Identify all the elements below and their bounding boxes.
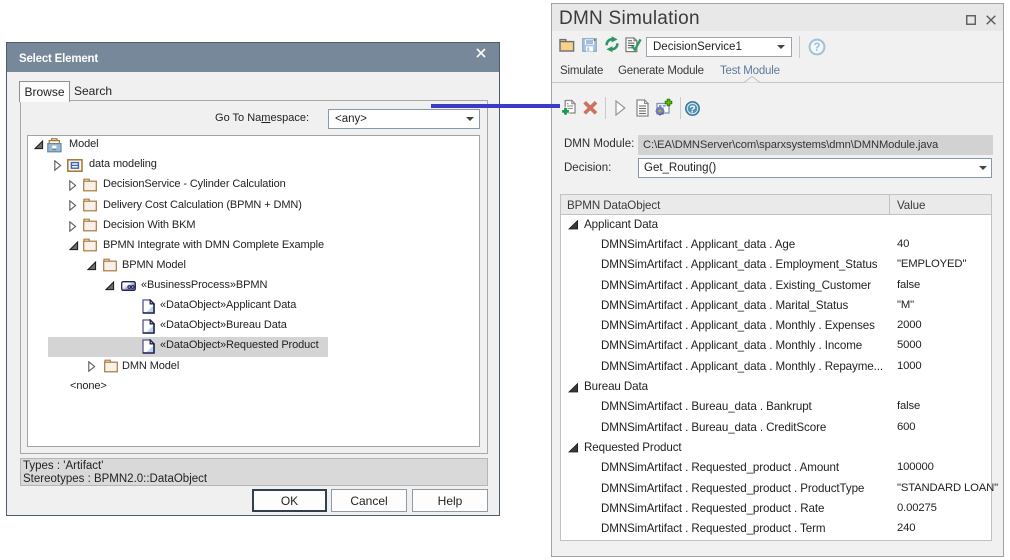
svg-text:?: ? [689, 103, 695, 115]
svg-text:?: ? [813, 42, 820, 54]
